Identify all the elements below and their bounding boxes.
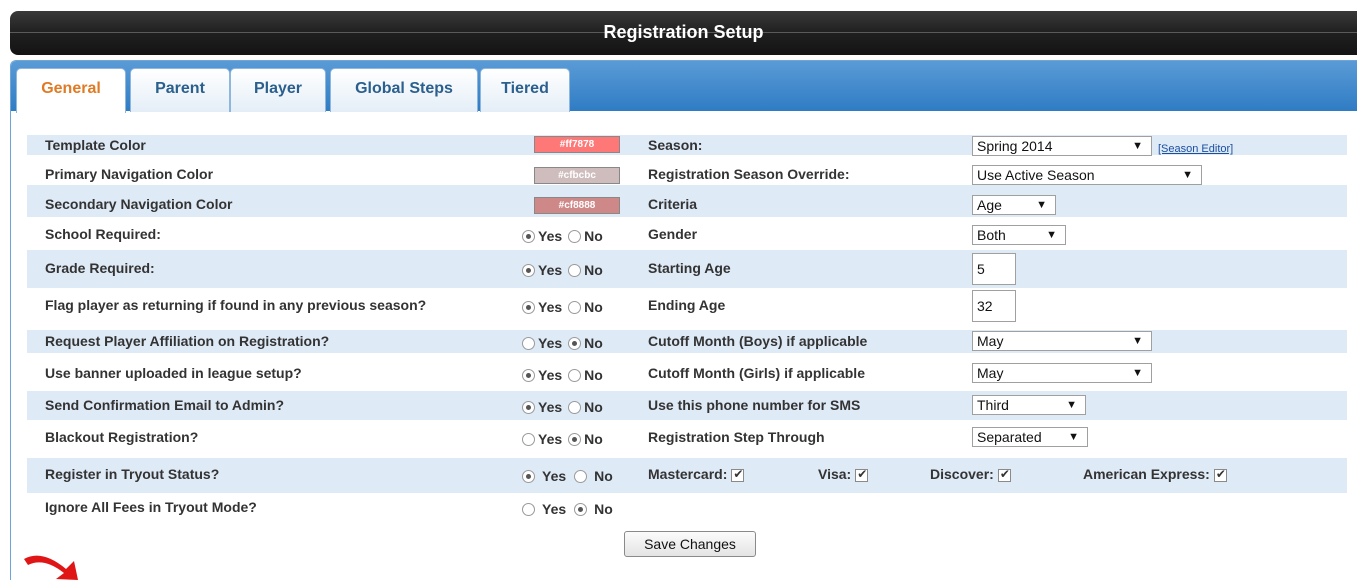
ending-age-label: Ending Age xyxy=(648,297,726,313)
tab-global-steps[interactable]: Global Steps xyxy=(330,68,478,112)
save-changes-button[interactable]: Save Changes xyxy=(624,531,756,557)
chevron-down-icon: ▼ xyxy=(1132,140,1143,152)
register-tryout-no-radio[interactable] xyxy=(574,469,588,483)
mastercard-option: Mastercard: xyxy=(648,466,745,482)
use-banner-no-radio[interactable] xyxy=(568,368,582,382)
confirmation-email-radio-group: Yes No xyxy=(522,398,609,415)
request-affiliation-no-radio[interactable] xyxy=(568,336,582,350)
ignore-fees-no-radio[interactable] xyxy=(574,502,588,516)
confirmation-email-yes-radio[interactable] xyxy=(522,400,535,414)
chevron-down-icon: ▼ xyxy=(1046,229,1057,241)
ignore-fees-radio-group: Yes No xyxy=(522,500,619,517)
tab-general[interactable]: General xyxy=(16,68,126,113)
grade-required-no-radio[interactable] xyxy=(568,263,582,277)
school-required-no-radio[interactable] xyxy=(568,229,582,243)
register-tryout-label: Register in Tryout Status? xyxy=(45,466,220,482)
request-affiliation-label: Request Player Affiliation on Registrati… xyxy=(45,333,330,349)
cutoff-girls-select[interactable]: May ▼ xyxy=(972,363,1152,383)
flag-returning-radio-group: Yes No xyxy=(522,298,609,315)
primary-nav-color-swatch[interactable]: #cfbcbc xyxy=(534,167,620,184)
title-bar: Registration Setup xyxy=(10,11,1357,55)
secondary-nav-color-label: Secondary Navigation Color xyxy=(45,196,233,212)
confirmation-email-no-radio[interactable] xyxy=(568,400,582,414)
chevron-down-icon: ▼ xyxy=(1182,169,1193,181)
sms-phone-select[interactable]: Third ▼ xyxy=(972,395,1086,415)
criteria-label: Criteria xyxy=(648,196,698,212)
season-override-select[interactable]: Use Active Season ▼ xyxy=(972,165,1202,185)
use-banner-yes-radio[interactable] xyxy=(522,368,535,382)
amex-checkbox[interactable] xyxy=(1213,467,1227,482)
request-affiliation-radio-group: Yes No xyxy=(522,334,609,351)
tab-parent[interactable]: Parent xyxy=(130,68,230,112)
primary-nav-color-label: Primary Navigation Color xyxy=(45,166,214,182)
starting-age-input[interactable]: 5 xyxy=(972,253,1016,285)
chevron-down-icon: ▼ xyxy=(1068,431,1079,443)
season-label: Season: xyxy=(648,137,703,153)
ignore-fees-yes-radio[interactable] xyxy=(522,502,535,516)
page-title: Registration Setup xyxy=(603,22,764,42)
blackout-registration-radio-group: Yes No xyxy=(522,430,609,447)
template-color-swatch[interactable]: #ff7878 xyxy=(534,136,620,153)
cutoff-girls-label: Cutoff Month (Girls) if applicable xyxy=(648,365,865,381)
flag-returning-no-radio[interactable] xyxy=(568,300,582,314)
school-required-label: School Required: xyxy=(45,226,161,242)
grade-required-radio-group: Yes No xyxy=(522,261,609,278)
cutoff-boys-label: Cutoff Month (Boys) if applicable xyxy=(648,333,868,349)
red-arrow-icon xyxy=(24,555,78,580)
flag-returning-yes-radio[interactable] xyxy=(522,300,535,314)
step-through-select[interactable]: Separated ▼ xyxy=(972,427,1088,447)
register-tryout-radio-group: Yes No xyxy=(522,467,619,484)
chevron-down-icon: ▼ xyxy=(1132,367,1143,379)
grade-required-yes-radio[interactable] xyxy=(522,263,535,277)
discover-checkbox[interactable] xyxy=(997,467,1011,482)
visa-checkbox[interactable] xyxy=(855,467,869,482)
tab-bar: General Parent Player Global Steps Tiere… xyxy=(11,61,1357,113)
chevron-down-icon: ▼ xyxy=(1132,335,1143,347)
use-banner-radio-group: Yes No xyxy=(522,366,609,383)
season-select[interactable]: Spring 2014 ▼ xyxy=(972,136,1152,156)
flag-returning-label: Flag player as returning if found in any… xyxy=(45,297,427,313)
school-required-yes-radio[interactable] xyxy=(522,229,535,243)
discover-option: Discover: xyxy=(930,466,1011,482)
confirmation-email-label: Send Confirmation Email to Admin? xyxy=(45,397,285,413)
ignore-fees-label: Ignore All Fees in Tryout Mode? xyxy=(45,499,257,515)
starting-age-label: Starting Age xyxy=(648,260,731,276)
grade-required-label: Grade Required: xyxy=(45,260,155,276)
cutoff-boys-select[interactable]: May ▼ xyxy=(972,331,1152,351)
blackout-registration-no-radio[interactable] xyxy=(568,432,582,446)
chevron-down-icon: ▼ xyxy=(1066,399,1077,411)
school-required-radio-group: Yes No xyxy=(522,227,609,244)
blackout-registration-label: Blackout Registration? xyxy=(45,429,199,445)
template-color-label: Template Color xyxy=(45,137,146,153)
blackout-registration-yes-radio[interactable] xyxy=(522,432,535,446)
visa-option: Visa: xyxy=(818,466,869,482)
amex-option: American Express: xyxy=(1083,466,1227,482)
sms-phone-label: Use this phone number for SMS xyxy=(648,397,861,413)
criteria-select[interactable]: Age ▼ xyxy=(972,195,1056,215)
register-tryout-yes-radio[interactable] xyxy=(522,469,535,483)
ending-age-input[interactable]: 32 xyxy=(972,290,1016,322)
chevron-down-icon: ▼ xyxy=(1036,199,1047,211)
request-affiliation-yes-radio[interactable] xyxy=(522,336,535,350)
step-through-label: Registration Step Through xyxy=(648,429,825,445)
gender-select[interactable]: Both ▼ xyxy=(972,225,1066,245)
use-banner-label: Use banner uploaded in league setup? xyxy=(45,365,302,381)
mastercard-checkbox[interactable] xyxy=(731,467,745,482)
tab-player[interactable]: Player xyxy=(230,68,326,112)
gender-label: Gender xyxy=(648,226,698,242)
season-override-label: Registration Season Override: xyxy=(648,166,850,182)
tab-tiered[interactable]: Tiered xyxy=(480,68,570,112)
secondary-nav-color-swatch[interactable]: #cf8888 xyxy=(534,197,620,214)
season-editor-link[interactable]: [Season Editor] xyxy=(1158,139,1233,155)
